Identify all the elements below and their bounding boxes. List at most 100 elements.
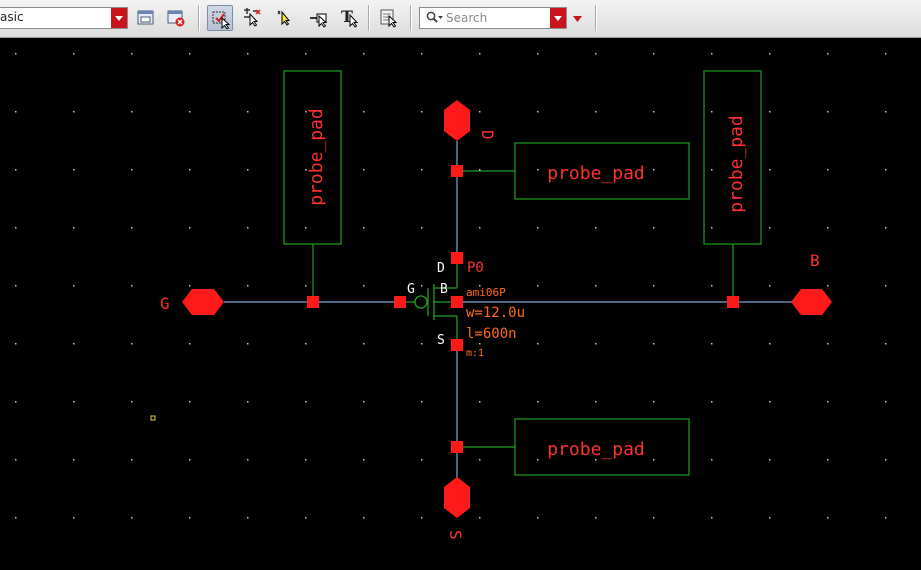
grid-dot — [479, 169, 481, 171]
grid-dot — [305, 459, 307, 461]
grid-dot — [247, 227, 249, 229]
select-tool-button[interactable] — [207, 5, 233, 31]
terminal-label-bulk: B — [440, 282, 448, 297]
select-add-icon — [244, 8, 261, 27]
select-window-button[interactable] — [305, 5, 331, 31]
search-input[interactable]: Search — [419, 7, 567, 29]
select-point-button[interactable] — [272, 5, 298, 31]
grid-dot — [537, 459, 539, 461]
pmos-transistor[interactable] — [400, 258, 458, 345]
property-editor-icon — [380, 9, 398, 28]
grid-dot — [247, 111, 249, 113]
property-editor-button[interactable] — [376, 5, 402, 31]
grid-dot — [537, 111, 539, 113]
text-select-button[interactable]: T — [337, 5, 363, 31]
grid-dot — [885, 517, 887, 519]
grid-dot — [827, 285, 829, 287]
grid-dot — [653, 343, 655, 345]
grid-dot — [247, 517, 249, 519]
terminal-label-source: S — [437, 333, 445, 348]
grid-dot — [479, 53, 481, 55]
grid-dot — [363, 285, 365, 287]
grid-dot — [421, 111, 423, 113]
view-select[interactable]: asic — [0, 7, 128, 29]
grid-dot — [131, 53, 133, 55]
grid-dot — [421, 459, 423, 461]
select-window-icon — [310, 13, 328, 28]
grid-dot — [653, 459, 655, 461]
probe-pad-label: probe_pad — [306, 108, 327, 206]
grid-dot — [711, 343, 713, 345]
device-length: l=600n — [466, 326, 517, 342]
grid-dot — [711, 111, 713, 113]
grid-dot — [537, 285, 539, 287]
grid-dot — [885, 401, 887, 403]
grid-dot — [15, 401, 17, 403]
grid-dot — [885, 53, 887, 55]
grid-dot — [885, 227, 887, 229]
schematic-canvas[interactable]: probe_pad probe_pad probe_pad probe_pad … — [0, 38, 921, 570]
pin-gate[interactable] — [182, 289, 224, 315]
search-icon — [426, 11, 443, 23]
device-model: ami06P — [466, 286, 506, 299]
probe-pad-label: probe_pad — [726, 115, 747, 213]
grid-dot — [247, 53, 249, 55]
device-multiplier: m:1 — [466, 348, 484, 359]
probe-pad-label: probe_pad — [547, 163, 645, 184]
chevron-down-icon[interactable] — [550, 8, 566, 28]
menu-arrow-icon[interactable] — [572, 14, 584, 24]
grid-dot — [421, 285, 423, 287]
grid-dot — [363, 459, 365, 461]
grid-dot — [363, 401, 365, 403]
grid-dot — [189, 517, 191, 519]
grid-dot — [363, 227, 365, 229]
grid-dot — [247, 285, 249, 287]
grid-dot — [189, 111, 191, 113]
grid-dot — [537, 53, 539, 55]
grid-dot — [189, 53, 191, 55]
grid-dot — [479, 459, 481, 461]
grid-dot — [653, 517, 655, 519]
grid-dot — [595, 285, 597, 287]
grid-dot — [131, 169, 133, 171]
grid-dot — [479, 401, 481, 403]
grid-dot — [305, 227, 307, 229]
grid-dot — [769, 517, 771, 519]
grid-dot — [885, 169, 887, 171]
grid-dot — [885, 111, 887, 113]
grid-dot — [131, 459, 133, 461]
grid-dot — [73, 459, 75, 461]
grid-dot — [653, 111, 655, 113]
grid-dot — [363, 343, 365, 345]
grid-dot — [131, 343, 133, 345]
grid-dot — [653, 53, 655, 55]
grid-dot — [15, 227, 17, 229]
search-placeholder: Search — [446, 11, 488, 25]
grid-dot — [363, 53, 365, 55]
grid-dot — [711, 227, 713, 229]
grid-dot — [73, 401, 75, 403]
chevron-down-icon[interactable] — [111, 8, 127, 28]
probe-pad-label: probe_pad — [547, 439, 645, 460]
grid-dot — [131, 285, 133, 287]
grid-dot — [537, 169, 539, 171]
grid-dot — [421, 53, 423, 55]
grid-dot — [15, 517, 17, 519]
grid-dot — [653, 285, 655, 287]
select-add-button[interactable] — [239, 5, 265, 31]
grid-dot — [711, 517, 713, 519]
close-view-button[interactable] — [163, 5, 189, 31]
grid-dot — [595, 53, 597, 55]
grid-dot — [189, 227, 191, 229]
save-view-button[interactable] — [133, 5, 159, 31]
grid-dot — [827, 343, 829, 345]
pin-source[interactable] — [444, 477, 470, 518]
pin-drain[interactable] — [444, 100, 470, 141]
grid-dot — [769, 227, 771, 229]
grid-dot — [595, 111, 597, 113]
grid-dot — [247, 169, 249, 171]
pin-label-drain: D — [478, 130, 497, 140]
grid-dot — [827, 53, 829, 55]
pin-bulk[interactable] — [791, 289, 832, 315]
toolbar: asic T Search — [0, 0, 921, 38]
